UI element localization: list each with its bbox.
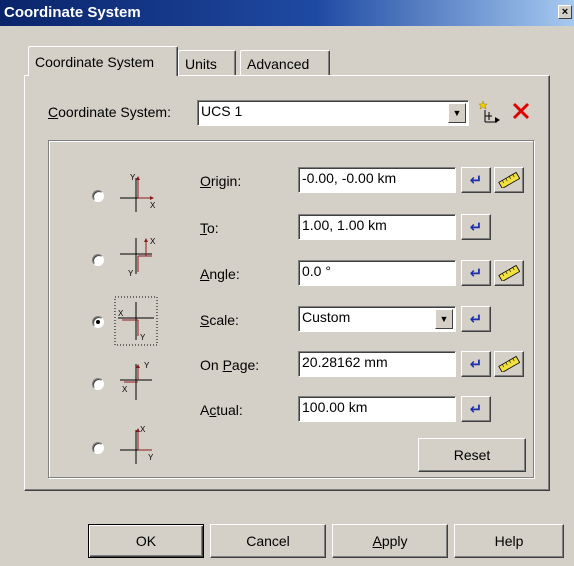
tab-label: Units <box>185 56 217 72</box>
svg-text:X: X <box>122 385 128 394</box>
on-page-label: On Page: <box>200 357 260 373</box>
svg-text:Y: Y <box>140 333 146 342</box>
chevron-down-icon[interactable]: ▼ <box>435 309 453 329</box>
to-label: To: <box>200 220 219 236</box>
apply-button[interactable]: Apply <box>332 524 448 558</box>
svg-text:Y: Y <box>148 453 154 462</box>
actual-label: Actual: <box>200 402 243 418</box>
help-button[interactable]: Help <box>454 524 564 558</box>
svg-text:Y: Y <box>130 173 136 182</box>
axis-x-left-y-up-icon: Y X <box>116 358 156 402</box>
axis-x-up-y-right-icon: X Y <box>116 420 156 466</box>
angle-input[interactable]: 0.0 ° <box>298 260 456 286</box>
tab-advanced[interactable]: Advanced <box>240 50 330 76</box>
orientation-radio-1[interactable] <box>92 190 104 202</box>
svg-text:Y: Y <box>128 269 134 278</box>
enter-arrow-icon: ↵ <box>469 356 483 373</box>
coordinate-system-value: UCS 1 <box>201 103 243 119</box>
title-bar: Coordinate System × <box>0 0 574 26</box>
window-title: Coordinate System <box>4 4 141 21</box>
origin-enter-button[interactable]: ↵ <box>461 167 491 193</box>
to-input[interactable]: 1.00, 1.00 km <box>298 214 456 240</box>
origin-measure-button[interactable] <box>494 167 524 193</box>
svg-text:X: X <box>118 309 124 318</box>
to-enter-button[interactable]: ↵ <box>461 214 491 240</box>
angle-measure-button[interactable] <box>494 260 524 286</box>
orientation-radio-5[interactable] <box>92 442 104 454</box>
tab-label: Coordinate System <box>35 54 155 70</box>
axis-y-up-x-right-icon: Y X <box>116 170 156 214</box>
on-page-measure-button[interactable] <box>494 351 524 377</box>
svg-text:X: X <box>150 237 156 246</box>
orientation-radio-4[interactable] <box>92 378 104 390</box>
svg-text:X: X <box>140 425 146 434</box>
delete-icon[interactable] <box>510 100 532 122</box>
svg-text:Y: Y <box>144 361 150 370</box>
tab-units[interactable]: Units <box>178 50 236 76</box>
origin-label: Origin: <box>200 173 242 189</box>
origin-input[interactable]: -0.00, -0.00 km <box>298 167 456 193</box>
enter-arrow-icon: ↵ <box>469 311 483 328</box>
enter-arrow-icon: ↵ <box>469 265 483 282</box>
coordinate-system-select[interactable]: UCS 1 ▼ <box>197 100 469 126</box>
on-page-input[interactable]: 20.28162 mm <box>298 351 456 377</box>
enter-arrow-icon: ↵ <box>469 172 483 189</box>
scale-enter-button[interactable]: ↵ <box>461 306 491 332</box>
close-icon[interactable]: × <box>558 5 572 19</box>
angle-enter-button[interactable]: ↵ <box>461 260 491 286</box>
enter-arrow-icon: ↵ <box>469 401 483 418</box>
new-coordinate-system-icon[interactable] <box>478 98 502 124</box>
ok-button[interactable]: OK <box>88 524 204 558</box>
axis-x-left-y-down-icon: X Y <box>114 296 158 346</box>
coordinate-system-label: Coordinate System: <box>48 104 171 120</box>
enter-arrow-icon: ↵ <box>469 219 483 236</box>
actual-enter-button[interactable]: ↵ <box>461 396 491 422</box>
on-page-enter-button[interactable]: ↵ <box>461 351 491 377</box>
ruler-icon <box>498 356 520 372</box>
chevron-down-icon[interactable]: ▼ <box>448 103 466 123</box>
reset-button[interactable]: Reset <box>418 438 526 472</box>
angle-label: Angle: <box>200 266 240 282</box>
orientation-radio-3[interactable] <box>92 316 104 328</box>
tab-label: Advanced <box>247 56 310 72</box>
ruler-icon <box>498 265 520 281</box>
scale-label: Scale: <box>200 312 239 328</box>
orientation-radio-2[interactable] <box>92 254 104 266</box>
actual-input[interactable]: 100.00 km <box>298 396 456 422</box>
cancel-button[interactable]: Cancel <box>210 524 326 558</box>
tab-coordinate-system[interactable]: Coordinate System <box>28 46 178 76</box>
scale-select[interactable]: Custom ▼ <box>298 306 456 332</box>
svg-text:X: X <box>150 201 156 210</box>
ruler-icon <box>498 172 520 188</box>
axis-y-down-x-right-icon: X Y <box>116 234 156 278</box>
